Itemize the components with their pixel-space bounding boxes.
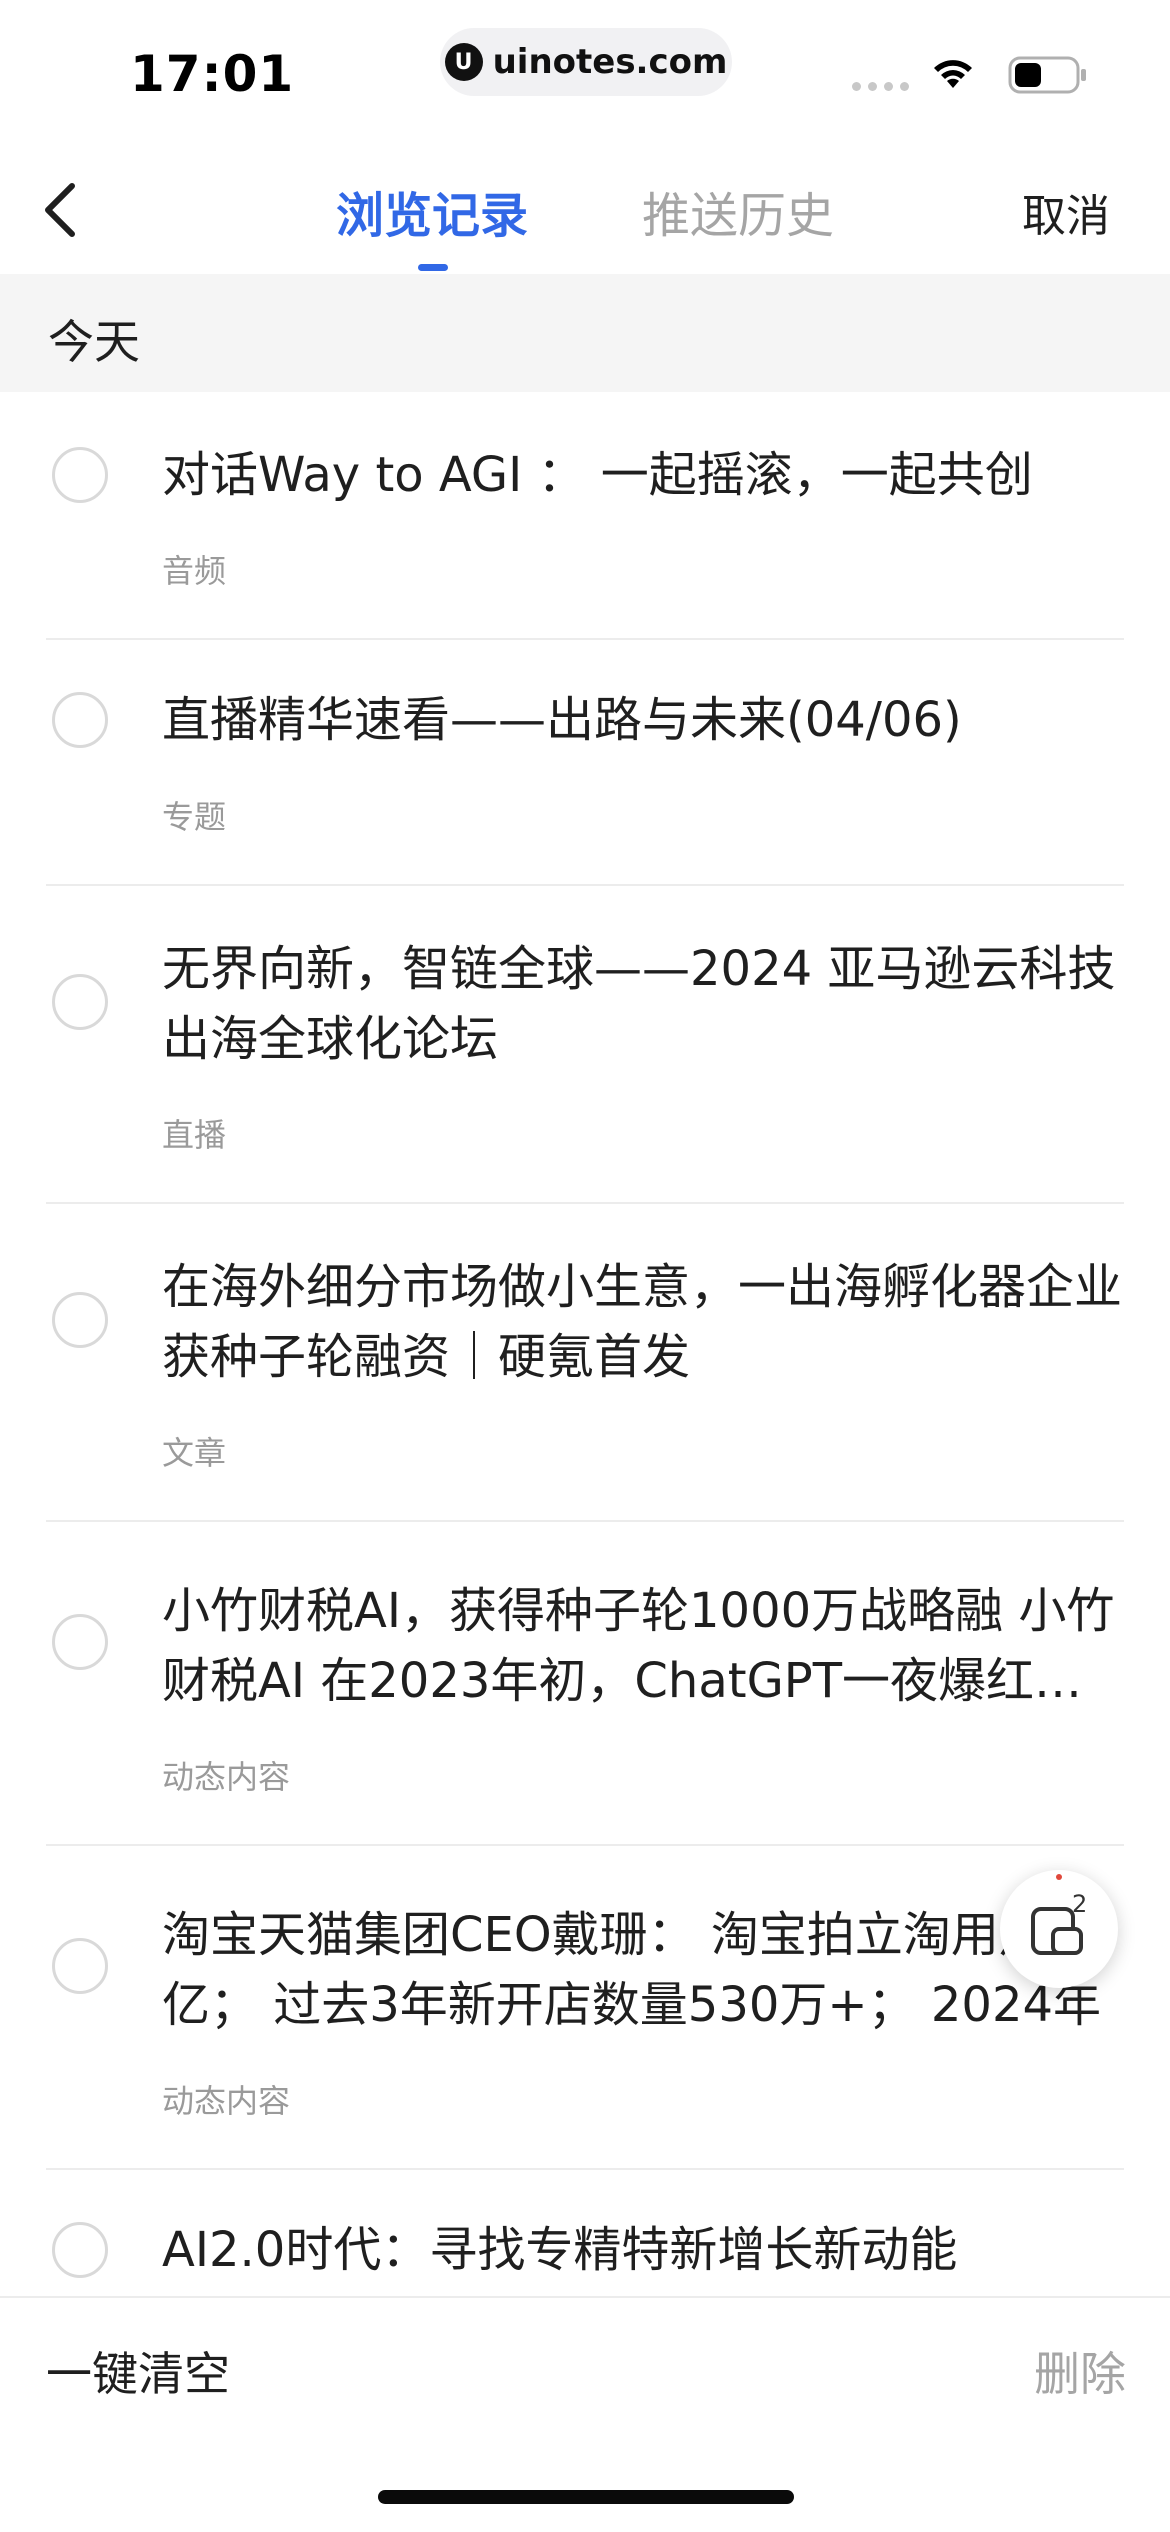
item-title: 小竹财税AI，获得种子轮1000万战略融 小竹财税AI 在2023年初，Chat… bbox=[162, 1583, 1115, 1709]
status-bar: 17:01 U uinotes.com bbox=[0, 0, 1170, 140]
item-title: 淘宝天猫集团CEO戴珊： 淘宝拍立淘用户过亿； 过去3年新开店数量530万+； … bbox=[162, 1907, 1102, 2033]
url-text: uinotes.com bbox=[492, 42, 728, 82]
list-item[interactable]: 无界向新，智链全球——2024 亚马逊云科技出海全球化论坛 直播 bbox=[0, 886, 1170, 1202]
status-time: 17:01 bbox=[130, 45, 295, 103]
window-count-badge: 2 bbox=[1072, 1890, 1088, 1918]
item-type-label: 直播 bbox=[162, 1116, 227, 1154]
back-button[interactable] bbox=[30, 180, 90, 240]
list-item[interactable]: 对话Way to AGI ： 一起摇滚，一起共创 音频 bbox=[0, 392, 1170, 638]
battery-icon bbox=[1008, 56, 1086, 94]
list-item[interactable]: 小竹财税AI，获得种子轮1000万战略融 小竹财税AI 在2023年初，Chat… bbox=[0, 1522, 1170, 1844]
item-title: 对话Way to AGI ： 一起摇滚，一起共创 bbox=[162, 447, 1033, 503]
tab-browse-history[interactable]: 浏览记录 bbox=[336, 176, 528, 246]
select-radio[interactable] bbox=[52, 447, 108, 503]
chevron-left-icon bbox=[45, 183, 75, 237]
list-item[interactable]: 淘宝天猫集团CEO戴珊： 淘宝拍立淘用户过亿； 过去3年新开店数量530万+； … bbox=[0, 1846, 1170, 2168]
select-radio[interactable] bbox=[52, 974, 108, 1030]
header: 浏览记录 推送历史 取消 bbox=[0, 140, 1170, 274]
section-header-today: 今天 bbox=[0, 274, 1170, 392]
item-title: 直播精华速看——出路与未来(04/06) bbox=[162, 692, 962, 748]
delete-button[interactable]: 删除 bbox=[1034, 2338, 1126, 2404]
item-title: AI2.0时代：寻找专精特新增长新动能 bbox=[162, 2222, 958, 2278]
site-logo-icon: U bbox=[444, 43, 483, 81]
item-type-label: 动态内容 bbox=[162, 2082, 291, 2120]
screen: 17:01 U uinotes.com 浏览记录 推送历史 取消 今天 对话Wa… bbox=[0, 0, 1170, 2532]
cellular-signal-icon bbox=[852, 82, 909, 91]
item-title: 无界向新，智链全球——2024 亚马逊云科技出海全球化论坛 bbox=[162, 941, 1116, 1067]
clear-all-button[interactable]: 一键清空 bbox=[46, 2338, 230, 2404]
item-type-label: 音频 bbox=[162, 552, 227, 590]
list-item[interactable]: AI2.0时代：寻找专精特新增长新动能 bbox=[0, 2170, 1170, 2296]
url-pill[interactable]: U uinotes.com bbox=[440, 28, 732, 96]
select-radio[interactable] bbox=[52, 1938, 108, 1994]
notification-dot bbox=[1056, 1874, 1062, 1880]
section-label: 今天 bbox=[48, 315, 140, 369]
active-tab-indicator bbox=[418, 264, 448, 271]
select-radio[interactable] bbox=[52, 1292, 108, 1348]
item-type-label: 专题 bbox=[162, 798, 227, 836]
cancel-button[interactable]: 取消 bbox=[1022, 180, 1110, 244]
item-type-label: 动态内容 bbox=[162, 1758, 291, 1796]
item-title: 在海外细分市场做小生意，一出海孵化器企业获种子轮融资｜硬氪首发 bbox=[162, 1259, 1122, 1385]
select-radio[interactable] bbox=[52, 2222, 108, 2278]
floating-window-button[interactable]: 2 bbox=[1000, 1870, 1118, 1988]
tab-push-history[interactable]: 推送历史 bbox=[642, 176, 834, 246]
wifi-icon bbox=[934, 60, 972, 88]
select-radio[interactable] bbox=[52, 692, 108, 748]
list-item[interactable]: 直播精华速看——出路与未来(04/06) 专题 bbox=[0, 640, 1170, 884]
select-radio[interactable] bbox=[52, 1614, 108, 1670]
home-indicator[interactable] bbox=[378, 2490, 794, 2504]
list-item[interactable]: 在海外细分市场做小生意，一出海孵化器企业获种子轮融资｜硬氪首发 文章 bbox=[0, 1204, 1170, 1520]
item-type-label: 文章 bbox=[162, 1434, 227, 1472]
